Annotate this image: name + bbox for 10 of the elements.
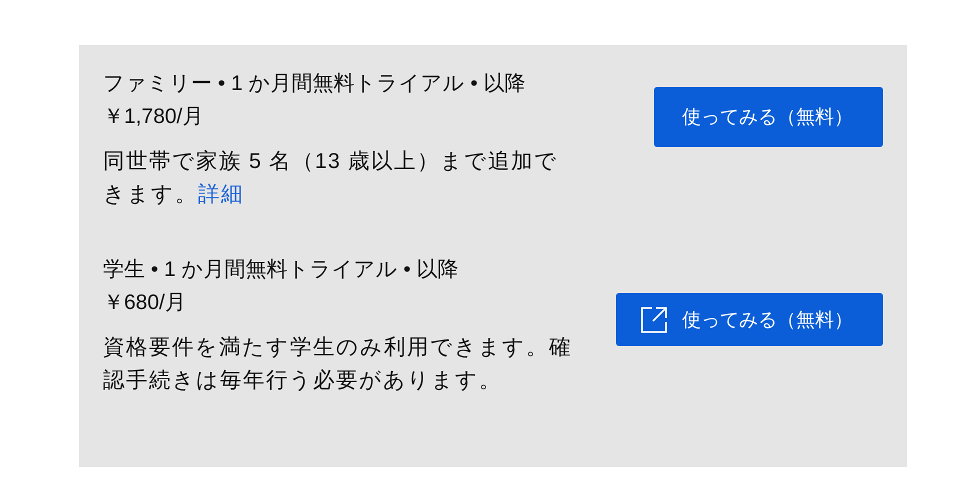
plan-description: 資格要件を満たす学生のみ利用できます。確認手続きは毎年行う必要があります。 (103, 334, 573, 394)
try-free-button[interactable]: 使ってみる（無料） (616, 293, 883, 346)
plan-price: ￥680/月 (103, 290, 187, 316)
plan-description: 同世帯で家族 5 名（13 歳以上）まで追加できます。詳細 (103, 148, 559, 208)
plan-title: 学生 • 1 か月間無料トライアル • 以降 (103, 257, 460, 283)
external-link-icon (640, 306, 668, 334)
try-free-button[interactable]: 使ってみる（無料） (654, 87, 883, 147)
details-link[interactable]: 詳細 (198, 182, 244, 206)
plan-price: ￥1,780/月 (103, 104, 204, 130)
plan-title: ファミリー • 1 か月間無料トライアル • 以降 (103, 71, 527, 97)
